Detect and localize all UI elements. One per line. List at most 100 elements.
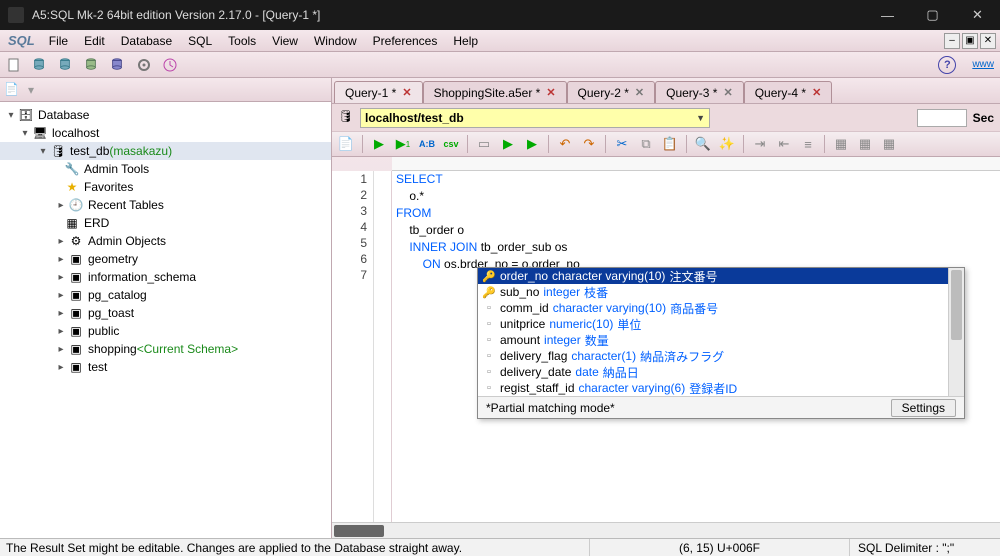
redo-icon[interactable]: ↷: [581, 136, 597, 152]
mdi-restore-button[interactable]: ▣: [962, 33, 978, 49]
tab-close-icon[interactable]: ✕: [812, 86, 821, 99]
tab-close-icon[interactable]: ✕: [635, 86, 644, 99]
recent-icon: 🕘: [68, 198, 84, 212]
tree-item[interactable]: pg_catalog: [86, 288, 147, 302]
csv-icon[interactable]: csv: [443, 136, 459, 152]
autocomplete-scrollbar[interactable]: [948, 268, 964, 396]
clock-icon[interactable]: [162, 57, 178, 73]
window-minimize-button[interactable]: —: [865, 0, 910, 30]
sec-field[interactable]: [917, 109, 967, 127]
copy-icon[interactable]: ⧉: [638, 136, 654, 152]
sec-label: Sec: [973, 111, 994, 125]
new-file-icon[interactable]: [6, 57, 22, 73]
menu-preferences[interactable]: Preferences: [365, 32, 446, 50]
tab-label: ShoppingSite.a5er *: [434, 86, 541, 100]
menu-file[interactable]: File: [41, 32, 76, 50]
gear-icon[interactable]: [136, 57, 152, 73]
code-editor[interactable]: 1234567 SELECT o.* FROM tb_order o INNER…: [332, 171, 1000, 522]
db-icon-1[interactable]: [32, 57, 48, 73]
tab-close-icon[interactable]: ✕: [402, 86, 411, 99]
tab-close-icon[interactable]: ✕: [546, 86, 555, 99]
db-icon-3[interactable]: [84, 57, 100, 73]
database-tree[interactable]: ▾🗄Database ▾🖥localhost ▾🛢test_db (masaka…: [0, 102, 331, 538]
wand-icon[interactable]: ✨: [719, 136, 735, 152]
play-icon[interactable]: ▶: [500, 136, 516, 152]
editor-horizontal-scrollbar[interactable]: [332, 522, 1000, 538]
rect-icon[interactable]: ▭: [476, 136, 492, 152]
tree-item[interactable]: pg_toast: [86, 306, 134, 320]
tree-new-icon[interactable]: 📄: [4, 82, 20, 98]
tree-item[interactable]: information_schema: [86, 270, 196, 284]
key-icon: 🔑: [482, 270, 496, 283]
menu-edit[interactable]: Edit: [76, 32, 113, 50]
window-maximize-button[interactable]: ▢: [910, 0, 955, 30]
tree-item[interactable]: geometry: [86, 252, 138, 266]
run-icon[interactable]: ▶: [371, 136, 387, 152]
database-root-icon: 🗄: [18, 108, 34, 122]
undo-icon[interactable]: ↶: [557, 136, 573, 152]
tab-query-2[interactable]: Query-2 *✕: [567, 81, 656, 103]
autocomplete-item[interactable]: ▫delivery_flag character(1) 納品済みフラグ: [478, 348, 964, 364]
tree-item[interactable]: Admin Objects: [86, 234, 166, 248]
menu-database[interactable]: Database: [113, 32, 180, 50]
autocomplete-item[interactable]: ▫amount integer 数量: [478, 332, 964, 348]
tab-shoppingsite[interactable]: ShoppingSite.a5er * ✕: [423, 81, 567, 103]
grid2-icon[interactable]: ▦: [857, 136, 873, 152]
grid1-icon[interactable]: ▦: [833, 136, 849, 152]
tree-root[interactable]: Database: [36, 108, 89, 122]
indent-icon[interactable]: ⇥: [752, 136, 768, 152]
scrollbar-thumb[interactable]: [951, 270, 962, 340]
ab-icon[interactable]: A:B: [419, 136, 435, 152]
play2-icon[interactable]: ▶: [524, 136, 540, 152]
www-link[interactable]: www: [966, 59, 994, 70]
menu-sql[interactable]: SQL: [180, 32, 220, 50]
window-close-button[interactable]: ✕: [955, 0, 1000, 30]
autocomplete-list[interactable]: 🔑order_no character varying(10) 注文番号 🔑su…: [478, 268, 964, 396]
column-icon: ▫: [482, 334, 496, 346]
tab-query-3[interactable]: Query-3 *✕: [655, 81, 744, 103]
tree-item[interactable]: Recent Tables: [86, 198, 164, 212]
mdi-minimize-button[interactable]: –: [944, 33, 960, 49]
tab-close-icon[interactable]: ✕: [723, 86, 732, 99]
menu-window[interactable]: Window: [306, 32, 365, 50]
tree-item[interactable]: Admin Tools: [82, 162, 149, 176]
tree-item[interactable]: Favorites: [82, 180, 133, 194]
db-selector-dropdown[interactable]: localhost/test_db ▼: [360, 108, 710, 128]
tree-server[interactable]: localhost: [50, 126, 99, 140]
file-icon[interactable]: 📄: [338, 136, 354, 152]
autocomplete-item[interactable]: 🔑order_no character varying(10) 注文番号: [478, 268, 964, 284]
menu-tools[interactable]: Tools: [220, 32, 264, 50]
run-step-icon[interactable]: ▶1: [395, 136, 411, 152]
editor-ruler: [392, 157, 1000, 171]
tab-query-4[interactable]: Query-4 *✕: [744, 81, 833, 103]
tree-db[interactable]: test_db: [68, 144, 109, 158]
autocomplete-item[interactable]: ▫comm_id character varying(10) 商品番号: [478, 300, 964, 316]
paste-icon[interactable]: 📋: [662, 136, 678, 152]
tree-item[interactable]: test: [86, 360, 107, 374]
tab-query-1[interactable]: Query-1 *✕: [334, 81, 423, 103]
autocomplete-item[interactable]: 🔑sub_no integer 枝番: [478, 284, 964, 300]
autocomplete-settings-button[interactable]: Settings: [891, 399, 956, 417]
search-icon[interactable]: 🔍: [695, 136, 711, 152]
db-icon-4[interactable]: [110, 57, 126, 73]
column-icon: ▫: [482, 382, 496, 394]
tree-item[interactable]: ERD: [82, 216, 109, 230]
status-sql-delimiter: SQL Delimiter : ";": [850, 539, 1000, 556]
mdi-close-button[interactable]: ✕: [980, 33, 996, 49]
cut-icon[interactable]: ✂: [614, 136, 630, 152]
grid3-icon[interactable]: ▦: [881, 136, 897, 152]
autocomplete-item[interactable]: ▫delivery_date date 納品日: [478, 364, 964, 380]
autocomplete-popup[interactable]: 🔑order_no character varying(10) 注文番号 🔑su…: [477, 267, 965, 419]
format-icon[interactable]: ≡: [800, 136, 816, 152]
scrollbar-thumb[interactable]: [334, 525, 384, 537]
autocomplete-item[interactable]: ▫regist_staff_id character varying(6) 登録…: [478, 380, 964, 396]
menu-help[interactable]: Help: [445, 32, 486, 50]
menu-view[interactable]: View: [264, 32, 306, 50]
autocomplete-item[interactable]: ▫unitprice numeric(10) 単位: [478, 316, 964, 332]
db-icon-2[interactable]: [58, 57, 74, 73]
help-button[interactable]: ?: [938, 56, 956, 74]
tree-item[interactable]: public: [86, 324, 119, 338]
tree-item[interactable]: shopping: [86, 342, 137, 356]
outdent-icon[interactable]: ⇤: [776, 136, 792, 152]
db-connection-icon: 🛢: [338, 109, 356, 127]
